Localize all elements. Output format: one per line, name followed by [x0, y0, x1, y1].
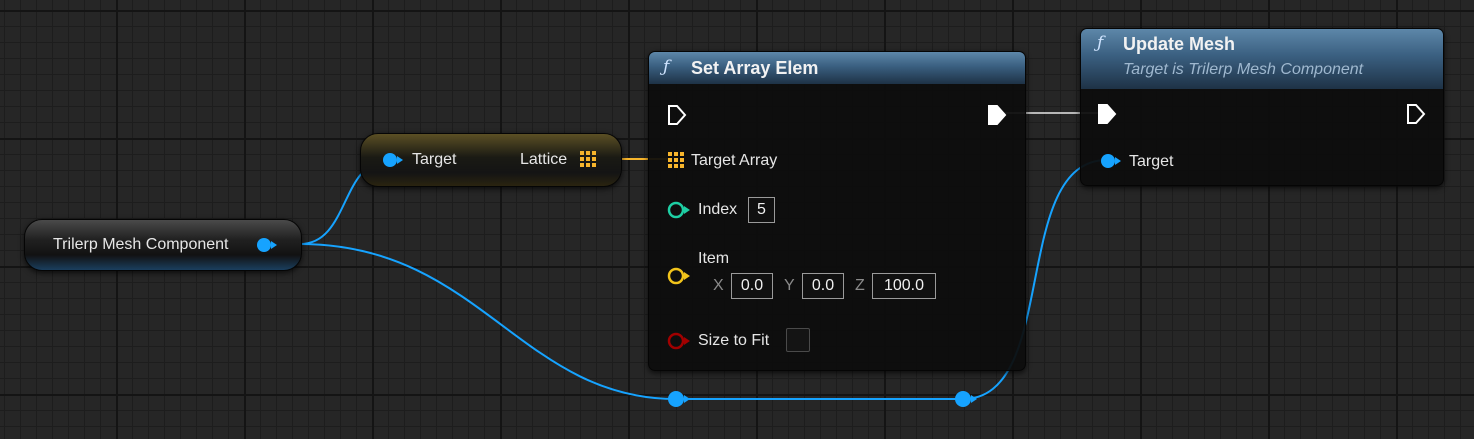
item-label: Item [698, 250, 730, 267]
reroute-knot-right[interactable] [953, 390, 977, 408]
size-to-fit-label: Size to Fit [698, 332, 770, 349]
item-y-label: Y [784, 277, 795, 294]
update-mesh-header[interactable]: ƒ Update Mesh Target is Trilerp Mesh Com… [1081, 29, 1443, 89]
item-x-input[interactable]: 0.0 [731, 273, 773, 299]
trilerp-output-pin[interactable] [256, 236, 278, 254]
update-mesh-node[interactable]: ƒ Update Mesh Target is Trilerp Mesh Com… [1080, 28, 1444, 186]
index-input[interactable]: 5 [748, 197, 775, 223]
target-array-label: Target Array [691, 152, 778, 169]
update-mesh-title: Update Mesh [1123, 34, 1236, 54]
function-icon: ƒ [1097, 33, 1104, 53]
index-pin[interactable] [667, 201, 691, 219]
trilerp-mesh-component-label: Trilerp Mesh Component [53, 236, 229, 253]
get-lattice-output-label: Lattice [520, 151, 568, 168]
exec-out-pin[interactable] [987, 104, 1007, 126]
lattice-array-icon[interactable] [580, 151, 598, 169]
set-array-elem-title: Set Array Elem [691, 58, 819, 78]
function-icon: ƒ [663, 57, 670, 77]
index-label: Index [698, 201, 738, 218]
set-array-elem-node[interactable]: ƒ Set Array Elem Target Array Index 5 It… [648, 51, 1026, 371]
reroute-knot-left[interactable] [666, 390, 690, 408]
trilerp-mesh-component-node[interactable]: Trilerp Mesh Component [24, 219, 302, 271]
update-mesh-target-pin[interactable] [1099, 152, 1121, 170]
get-lattice-node[interactable]: Target Lattice [360, 133, 622, 187]
get-lattice-target-label: Target [412, 151, 457, 168]
wire-component-to-reroute [299, 243, 677, 400]
size-to-fit-checkbox[interactable] [786, 328, 810, 352]
set-array-elem-header[interactable]: ƒ Set Array Elem [649, 52, 1025, 84]
item-z-input[interactable]: 100.0 [872, 273, 936, 299]
update-mesh-subtitle: Target is Trilerp Mesh Component [1123, 61, 1364, 78]
exec-in-pin[interactable] [1097, 103, 1117, 125]
item-pin[interactable] [667, 267, 691, 285]
exec-in-pin[interactable] [667, 104, 687, 126]
exec-out-pin[interactable] [1406, 103, 1426, 125]
get-lattice-target-pin[interactable] [381, 151, 403, 169]
item-z-label: Z [855, 277, 865, 294]
target-array-pin[interactable] [668, 152, 686, 170]
item-x-label: X [713, 277, 724, 294]
update-mesh-target-label: Target [1129, 153, 1174, 170]
item-y-input[interactable]: 0.0 [802, 273, 844, 299]
size-to-fit-pin[interactable] [667, 332, 691, 350]
